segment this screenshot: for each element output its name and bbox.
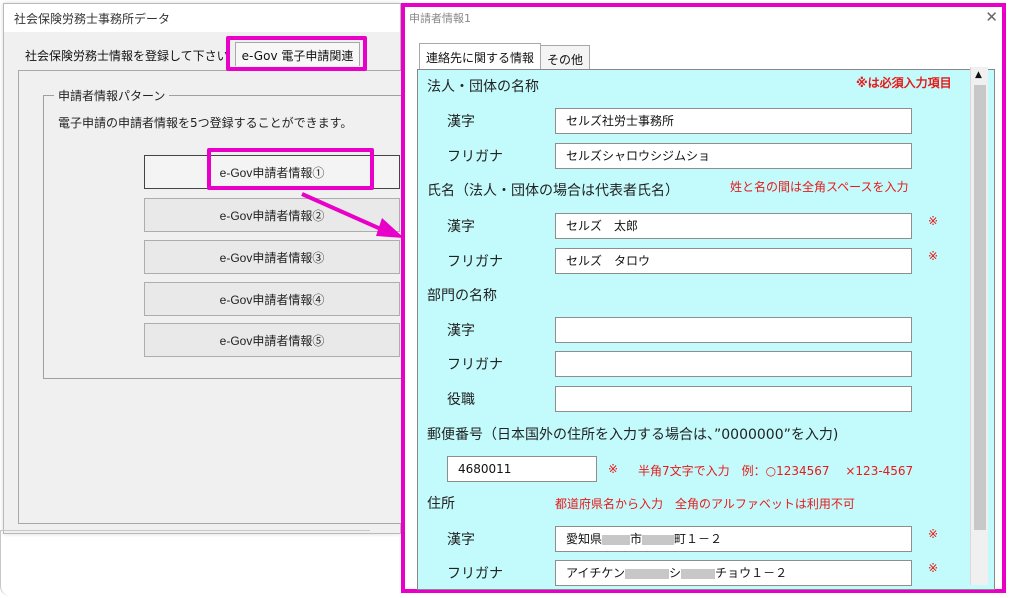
redacted-text: [642, 534, 675, 545]
applicant-1-highlight: [207, 148, 374, 190]
pointer-arrow-icon: [301, 192, 404, 238]
group-label: 申請者情報パターン: [54, 87, 170, 104]
redacted-text: [681, 568, 716, 579]
required-mark: ※: [928, 214, 939, 228]
tab-contact-info[interactable]: 連絡先に関する情報: [419, 43, 542, 69]
front-tabstrip: 連絡先に関する情報 その他: [419, 43, 591, 69]
address-kanji-city: 市: [630, 532, 643, 546]
address-kanji-prefecture: 愛知県: [566, 532, 603, 546]
address-kana-city: シ: [669, 566, 682, 580]
dept-kanji-input[interactable]: [555, 317, 912, 343]
label-dept-kanji: 漢字: [447, 323, 475, 339]
scroll-up-icon[interactable]: ▲: [975, 70, 982, 80]
applicant-4-button[interactable]: e-Gov申請者情報④: [144, 282, 400, 316]
section-name: 氏名（法人・団体の場合は代表者氏名）: [427, 183, 679, 199]
required-mark: ※: [928, 561, 939, 575]
label-corp-furigana: フリガナ: [447, 149, 503, 165]
redacted-text: [602, 534, 631, 545]
required-mark: ※: [928, 527, 939, 541]
section-postal: 郵便番号（日本国外の住所を入力する場合は、”0000000”を入力): [427, 427, 839, 443]
window-title-text: 申請者情報1: [409, 12, 471, 25]
window-edge: [0, 530, 370, 596]
window-title: 申請者情報1 ✕: [405, 7, 1002, 29]
label-name-furigana: フリガナ: [447, 254, 503, 270]
label-dept-title: 役職: [447, 392, 475, 408]
section-department: 部門の名称: [427, 288, 497, 304]
address-note: 都道府県名から入力 全角のアルファベットは利用不可: [555, 497, 855, 511]
applicant-5-button[interactable]: e-Gov申請者情報⑤: [144, 323, 400, 357]
address-kana-prefecture: アイチケン: [566, 566, 626, 580]
label-name-kanji: 漢字: [447, 219, 475, 235]
corp-kanji-input[interactable]: セルズ社労士事務所: [555, 108, 912, 134]
egov-tab-highlight: [226, 36, 367, 71]
label-address-kanji: 漢字: [447, 532, 475, 548]
address-kanji-input[interactable]: 愛知県 市 町１－２: [555, 526, 912, 552]
name-note: 姓と名の間は全角スペースを入力: [730, 180, 909, 194]
required-mark: ※: [928, 249, 939, 263]
tab-other[interactable]: その他: [540, 45, 591, 69]
redacted-text: [625, 568, 670, 579]
dept-furigana-input[interactable]: [555, 351, 912, 377]
name-kanji-input[interactable]: セルズ 太郎: [555, 213, 912, 239]
dept-title-input[interactable]: [555, 386, 912, 412]
postal-code-input[interactable]: 4680011: [447, 456, 597, 482]
address-kanji-town: 町１－２: [674, 532, 723, 546]
label-dept-furigana: フリガナ: [447, 357, 503, 373]
label-corp-kanji: 漢字: [447, 114, 475, 130]
window-title: 社会保険労務士事務所データ: [4, 4, 400, 32]
section-address: 住所: [427, 496, 455, 512]
corp-furigana-input[interactable]: セルズシャロウシジムショ: [555, 143, 912, 169]
group-description: 電子申請の申請者情報を5つ登録することができます。: [58, 116, 353, 130]
scroll-thumb[interactable]: [974, 85, 986, 530]
section-corp-name: 法人・団体の名称: [427, 79, 539, 95]
close-icon[interactable]: ✕: [985, 8, 998, 26]
tab-office-info[interactable]: 社会保険労務士情報を登録して下さい: [18, 42, 236, 66]
form-scrollbar[interactable]: ▲: [970, 67, 988, 585]
label-address-furigana: フリガナ: [447, 566, 503, 582]
required-mark: ※: [608, 462, 619, 476]
required-note: ※は必須入力項目: [856, 76, 952, 90]
postal-note: 半角7文字で入力 例：○1234567 ×123-4567: [638, 464, 914, 478]
office-data-window: 社会保険労務士事務所データ 社会保険労務士情報を登録して下さい e-Gov 電子…: [3, 3, 403, 534]
name-furigana-input[interactable]: セルズ タロウ: [555, 248, 912, 274]
address-furigana-input[interactable]: アイチケン シ チョウ１－２: [555, 560, 912, 586]
address-kana-town: チョウ１－２: [715, 566, 788, 580]
applicant-3-button[interactable]: e-Gov申請者情報③: [144, 240, 400, 274]
